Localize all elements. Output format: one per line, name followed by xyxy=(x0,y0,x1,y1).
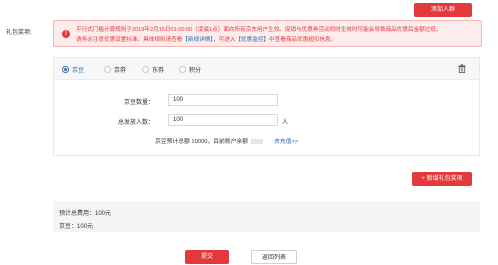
radio-dongquan[interactable]: 东券 xyxy=(142,65,164,74)
people-count-label: 总发放人数： xyxy=(117,120,154,126)
radio-jingdou[interactable]: 京豆 xyxy=(62,65,84,74)
gift-label: 礼包奖项: xyxy=(6,30,32,36)
alert-icon: ! xyxy=(62,30,70,38)
notice-text: ，可进入 xyxy=(213,37,236,43)
radio-dot xyxy=(142,66,149,73)
notice-text: 中查看商品优惠超扣信息。 xyxy=(269,37,337,43)
radio-points[interactable]: 积分 xyxy=(179,65,201,74)
notice-line-2: 请务必注意优惠设置标准。具体规则请查看【新规详情】，可进入【优惠监控】中查看商品… xyxy=(76,35,336,43)
recharge-link[interactable]: 去充值>> xyxy=(274,139,298,145)
back-to-list-button[interactable]: 返回列表 xyxy=(251,250,297,264)
notice-text: 请务必注意优惠设置标准。具体规则请查看 xyxy=(76,37,183,43)
gift-type-selector: 京豆 京券 东券 积分 xyxy=(54,58,479,80)
radio-dot xyxy=(179,66,186,73)
notice-line-1: 平行式门槛计算规则于2019年2月15日01:00:00（凌晨1点）面向所有京东… xyxy=(76,27,442,33)
trash-icon[interactable] xyxy=(458,64,466,73)
estimate-text: 京豆预计总额 10000，目前账户余额 xyxy=(155,139,249,145)
add-gift-button[interactable]: + 新增礼包奖项 xyxy=(412,172,472,186)
people-unit: 人 xyxy=(282,120,289,126)
bean-count-label: 京豆数量： xyxy=(123,100,154,106)
bean-cost: 京豆：100元 xyxy=(59,224,94,230)
submit-button[interactable]: 提交 xyxy=(185,250,229,264)
add-people-button[interactable]: 添加人群 xyxy=(414,3,472,17)
radio-label: 京券 xyxy=(114,68,127,74)
masked-balance xyxy=(251,138,264,144)
total-cost: 预计总费用：100元 xyxy=(59,211,112,217)
gift-item-card: 京豆 京券 东券 积分 京豆数量： 100 总发放人数： 100 人 京豆预计总… xyxy=(53,57,480,156)
radio-label: 东券 xyxy=(152,68,165,74)
people-count-input[interactable]: 100 xyxy=(168,114,278,126)
bean-count-input[interactable]: 100 xyxy=(168,94,278,106)
radio-dot xyxy=(62,66,69,73)
radio-dot xyxy=(104,66,111,73)
radio-label: 积分 xyxy=(189,68,202,74)
rule-details-link[interactable]: 【新规详情】 xyxy=(182,37,213,43)
notice-banner: ! 平行式门槛计算规则于2019年2月15日01:00:00（凌晨1点）面向所有… xyxy=(53,20,482,47)
radio-label: 京豆 xyxy=(72,68,85,74)
bean-estimate: 京豆预计总额 10000，目前账户余额 去充值>> xyxy=(155,136,298,145)
cost-summary: 预计总费用：100元 京豆：100元 xyxy=(53,201,480,232)
radio-jingquan[interactable]: 京券 xyxy=(104,65,126,74)
discount-monitor-link[interactable]: 【优惠监控】 xyxy=(235,37,269,43)
